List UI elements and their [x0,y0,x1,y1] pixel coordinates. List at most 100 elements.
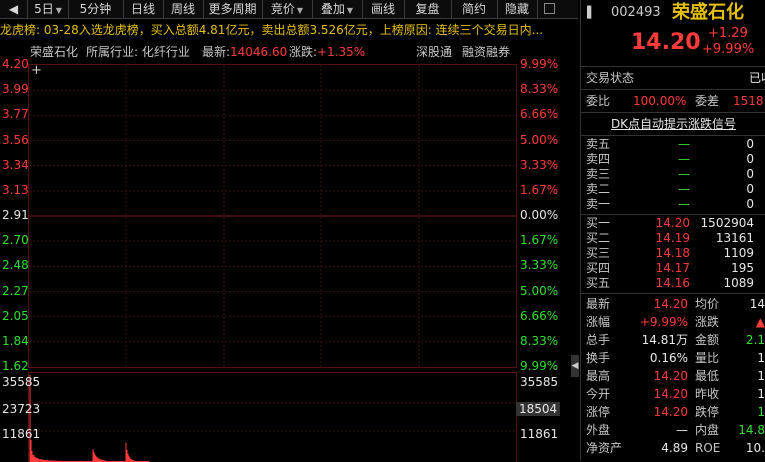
toolbar-item-0[interactable]: 5日 ▼ [28,0,69,18]
y-tick-left: 4.20 [2,57,29,71]
volume-chart[interactable] [28,372,517,462]
volume-tick-left: 23723 [2,402,41,416]
order-level-label: 买四 [586,261,611,275]
stat-value: 14.20 [653,387,688,401]
collapse-panel-arrow-icon[interactable]: ◀ [571,355,579,377]
toolbar-item-2[interactable]: 日线 [123,0,164,18]
stats-row: 总手 14.81万 金额 2.1 [581,332,765,349]
toolbar-item-9[interactable]: 简约 [451,0,498,18]
toolbar-item-label: 简约 [461,2,486,16]
order-volume: 1089 [723,276,754,290]
order-level-label: 买二 [586,231,611,245]
stat-label: 总手 [586,333,611,347]
chart-header: 荣盛石化 所属行业: 化纤行业 最新: 14046.60 涨跌: +1.35% … [0,42,578,62]
order-level-label: 卖四 [586,152,611,166]
order-book-row[interactable]: 卖二 — 0 [581,182,765,197]
toolbar-item-6[interactable]: 叠加 ▼ [312,0,363,18]
stat-label: 内盘 [695,423,720,437]
stat-label: 最新 [586,297,611,311]
y-tick-right: 3.33% [520,157,559,172]
stat-value: 14.20 [653,297,688,311]
order-book-row[interactable]: 卖一 — 0 [581,197,765,212]
stock-code: 002493 [611,5,661,20]
volume-tick-right: 35585 [520,375,559,389]
y-tick-left: 3.77 [2,107,29,122]
stat-label: 跌停 [695,405,720,419]
order-book-row[interactable]: 买三 14.18 1109 [581,246,765,261]
order-price: — [678,152,690,166]
stat-label: 涨幅 [586,315,611,329]
order-book-row[interactable]: 卖三 — 0 [581,167,765,182]
stat-value: — [676,423,688,437]
dragon-tiger-ticker[interactable]: 龙虎榜: 03-28入选龙虎榜，买入总额4.81亿元，卖出总额3.526亿元，上… [0,19,578,41]
order-price: — [678,137,690,151]
current-price: 14.20 [631,30,701,55]
order-book-row[interactable]: 买五 14.16 1089 [581,276,765,291]
y-tick-left: 1.84 [2,333,29,348]
dk-signal-link[interactable]: DK点自动提示涨跌信号 [611,117,736,131]
toolbar-item-label: 叠加 [320,2,345,16]
toolbar-checkbox[interactable] [538,0,558,18]
order-price: — [678,197,690,211]
toolbar-item-8[interactable]: 复盘 [404,0,452,18]
toolbar-item-7[interactable]: 画线 [362,0,405,18]
stats-row: 涨停 14.20 跌停 1 [581,404,765,421]
hk-connect-link[interactable]: 深股通 [416,42,452,62]
stat-label: 量比 [695,351,720,365]
stats-row: 最高 14.20 最低 1 [581,368,765,385]
toolbar-item-10[interactable]: 隐藏 [497,0,538,18]
stat-label: ROE [695,441,721,455]
toolbar-item-label: 日线 [130,2,155,16]
stat-label: 昨收 [695,387,720,401]
order-book-row[interactable]: 买一 14.20 1502904 [581,216,765,231]
order-book-row[interactable]: 买二 14.19 13161 [581,231,765,246]
stat-value: 14.8 [738,423,765,437]
weibi-label: 委比 [586,94,611,108]
y-tick-left: 3.13 [2,182,29,197]
header-change-value: +1.35% [317,45,366,59]
intraday-chart[interactable]: + [28,63,517,368]
weibi-value: 100.00% [633,94,687,108]
y-tick-left: 3.34 [2,157,29,172]
y-tick-right: 1.67% [520,233,559,248]
order-level-label: 卖一 [586,197,611,211]
order-book-row[interactable]: 卖五 — 0 [581,137,765,152]
toolbar-item-5[interactable]: 竞价 ▼ [262,0,313,18]
toolbar-back-arrow-icon[interactable]: ◀ [0,0,28,18]
order-book-row[interactable]: 卖四 — 0 [581,152,765,167]
y-tick-right: 9.99% [520,359,559,373]
margin-trading-link[interactable]: 融资融券 [462,42,510,62]
prev-stock-arrow-icon[interactable]: ▌ [587,3,595,23]
toolbar-item-4[interactable]: 更多周期 [203,0,263,18]
order-price: — [678,167,690,181]
header-latest-label: 最新: [202,45,231,59]
stat-value: 1 [757,351,765,365]
stat-value: 0.16% [649,351,688,365]
order-level-label: 卖三 [586,167,611,181]
order-book-row[interactable]: 买四 14.17 195 [581,261,765,276]
y-tick-left: 3.56 [2,132,29,147]
y-tick-left: 2.05 [2,308,29,323]
order-volume: 1109 [723,246,754,260]
stat-label: 均价 [695,297,720,311]
header-stock-name[interactable]: 荣盛石化 [30,42,78,62]
toolbar-item-1[interactable]: 5分钟 [68,0,124,18]
crosshair-plus-icon[interactable]: + [31,63,42,78]
y-tick-left: 2.91 [2,208,29,222]
weicha-value: 1518 [733,94,764,108]
toolbar-item-3[interactable]: 周线 [163,0,204,18]
toolbar-item-label: 隐藏 [504,2,529,16]
y-tick-left: 2.70 [2,233,29,248]
order-level-label: 卖五 [586,137,611,151]
y-tick-right: 8.33% [520,333,559,348]
toolbar-item-label: 5日 [34,2,54,16]
stats-row: 今开 14.20 昨收 1 [581,386,765,403]
stat-label: 净资产 [586,441,623,455]
header-industry[interactable]: 所属行业: 化纤行业 [86,42,190,62]
status-label: 交易状态 [586,71,635,85]
y-tick-right: 5.00% [520,283,559,298]
order-volume: 0 [746,197,754,211]
order-price: 14.17 [655,261,690,275]
volume-chart-svg [29,375,516,462]
stat-value: 14 [749,297,765,311]
